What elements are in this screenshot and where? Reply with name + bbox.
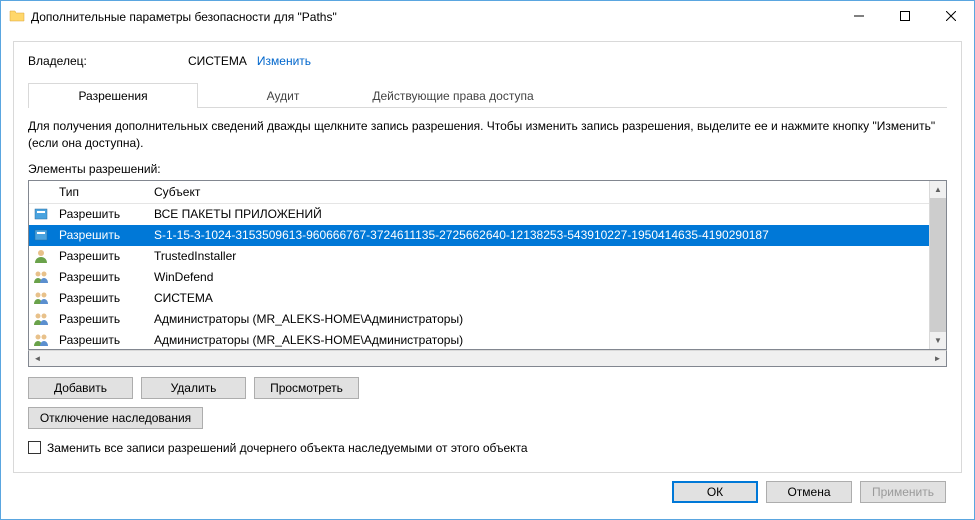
minimize-button[interactable] xyxy=(836,1,882,31)
dialog-buttons: ОК Отмена Применить xyxy=(13,473,962,511)
header-icon-col[interactable] xyxy=(29,189,53,195)
row-type: Разрешить xyxy=(53,312,148,326)
header-type[interactable]: Тип xyxy=(53,182,148,202)
principal-icon xyxy=(29,269,53,285)
table-row[interactable]: РазрешитьВСЕ ПАКЕТЫ ПРИЛОЖЕНИЙ xyxy=(29,204,929,225)
row-subject: СИСТЕМА xyxy=(148,291,929,305)
window-title: Дополнительные параметры безопасности дл… xyxy=(31,9,836,24)
row-subject: Администраторы (MR_ALEKS-HOME\Администра… xyxy=(148,333,929,347)
row-subject: S-1-15-3-1024-3153509613-960666767-37246… xyxy=(148,228,929,242)
row-type: Разрешить xyxy=(53,228,148,242)
maximize-button[interactable] xyxy=(882,1,928,31)
inner-panel: Владелец: СИСТЕМА Изменить Разрешения Ау… xyxy=(13,41,962,473)
table-row[interactable]: РазрешитьTrustedInstaller xyxy=(29,246,929,267)
client-area: Владелец: СИСТЕМА Изменить Разрешения Ау… xyxy=(1,31,974,519)
row-type: Разрешить xyxy=(53,249,148,263)
row-type: Разрешить xyxy=(53,270,148,284)
owner-row: Владелец: СИСТЕМА Изменить xyxy=(28,54,947,68)
scroll-left-icon[interactable]: ◄ xyxy=(29,351,46,366)
row-subject: WinDefend xyxy=(148,270,929,284)
list-header: Тип Субъект xyxy=(29,181,929,204)
add-button[interactable]: Добавить xyxy=(28,377,133,399)
row-subject: TrustedInstaller xyxy=(148,249,929,263)
window-controls xyxy=(836,1,974,31)
scroll-thumb[interactable] xyxy=(930,198,946,332)
principal-icon xyxy=(29,290,53,306)
row-subject: Администраторы (MR_ALEKS-HOME\Администра… xyxy=(148,312,929,326)
table-row[interactable]: РазрешитьСИСТЕМА xyxy=(29,288,929,309)
apply-button[interactable]: Применить xyxy=(860,481,946,503)
header-subject[interactable]: Субъект xyxy=(148,182,929,202)
view-button[interactable]: Просмотреть xyxy=(254,377,359,399)
title-bar: Дополнительные параметры безопасности дл… xyxy=(1,1,974,31)
remove-button[interactable]: Удалить xyxy=(141,377,246,399)
principal-icon xyxy=(29,332,53,348)
table-row[interactable]: РазрешитьWinDefend xyxy=(29,267,929,288)
owner-label: Владелец: xyxy=(28,54,188,68)
disable-inheritance-button[interactable]: Отключение наследования xyxy=(28,407,203,429)
ok-button[interactable]: ОК xyxy=(672,481,758,503)
row-type: Разрешить xyxy=(53,291,148,305)
scroll-up-icon[interactable]: ▲ xyxy=(930,181,946,198)
scroll-right-icon[interactable]: ► xyxy=(929,351,946,366)
permission-list[interactable]: Тип Субъект РазрешитьВСЕ ПАКЕТЫ ПРИЛОЖЕН… xyxy=(28,180,947,350)
replace-children-checkbox[interactable] xyxy=(28,441,41,454)
row-subject: ВСЕ ПАКЕТЫ ПРИЛОЖЕНИЙ xyxy=(148,207,929,221)
owner-value: СИСТЕМА xyxy=(188,54,247,68)
tab-permissions[interactable]: Разрешения xyxy=(28,83,198,108)
principal-icon xyxy=(29,248,53,264)
folder-icon xyxy=(9,8,25,24)
row-type: Разрешить xyxy=(53,207,148,221)
replace-children-label: Заменить все записи разрешений дочернего… xyxy=(47,441,528,455)
close-button[interactable] xyxy=(928,1,974,31)
principal-icon xyxy=(29,227,53,243)
vertical-scrollbar[interactable]: ▲ ▼ xyxy=(929,181,946,349)
table-row[interactable]: РазрешитьS-1-15-3-1024-3153509613-960666… xyxy=(29,225,929,246)
tab-effective-access[interactable]: Действующие права доступа xyxy=(368,83,538,108)
principal-icon xyxy=(29,206,53,222)
window: Дополнительные параметры безопасности дл… xyxy=(0,0,975,520)
scroll-down-icon[interactable]: ▼ xyxy=(930,332,946,349)
tabs: Разрешения Аудит Действующие права досту… xyxy=(28,82,947,108)
change-owner-link[interactable]: Изменить xyxy=(257,54,311,68)
permission-entries-label: Элементы разрешений: xyxy=(28,162,947,176)
table-row[interactable]: РазрешитьАдминистраторы (MR_ALEKS-HOME\А… xyxy=(29,309,929,330)
row-type: Разрешить xyxy=(53,333,148,347)
info-text: Для получения дополнительных сведений дв… xyxy=(28,118,947,152)
table-row[interactable]: РазрешитьАдминистраторы (MR_ALEKS-HOME\А… xyxy=(29,330,929,349)
cancel-button[interactable]: Отмена xyxy=(766,481,852,503)
principal-icon xyxy=(29,311,53,327)
tab-audit[interactable]: Аудит xyxy=(198,83,368,108)
replace-children-checkbox-row: Заменить все записи разрешений дочернего… xyxy=(28,441,947,455)
horizontal-scrollbar[interactable]: ◄ ► xyxy=(28,350,947,367)
